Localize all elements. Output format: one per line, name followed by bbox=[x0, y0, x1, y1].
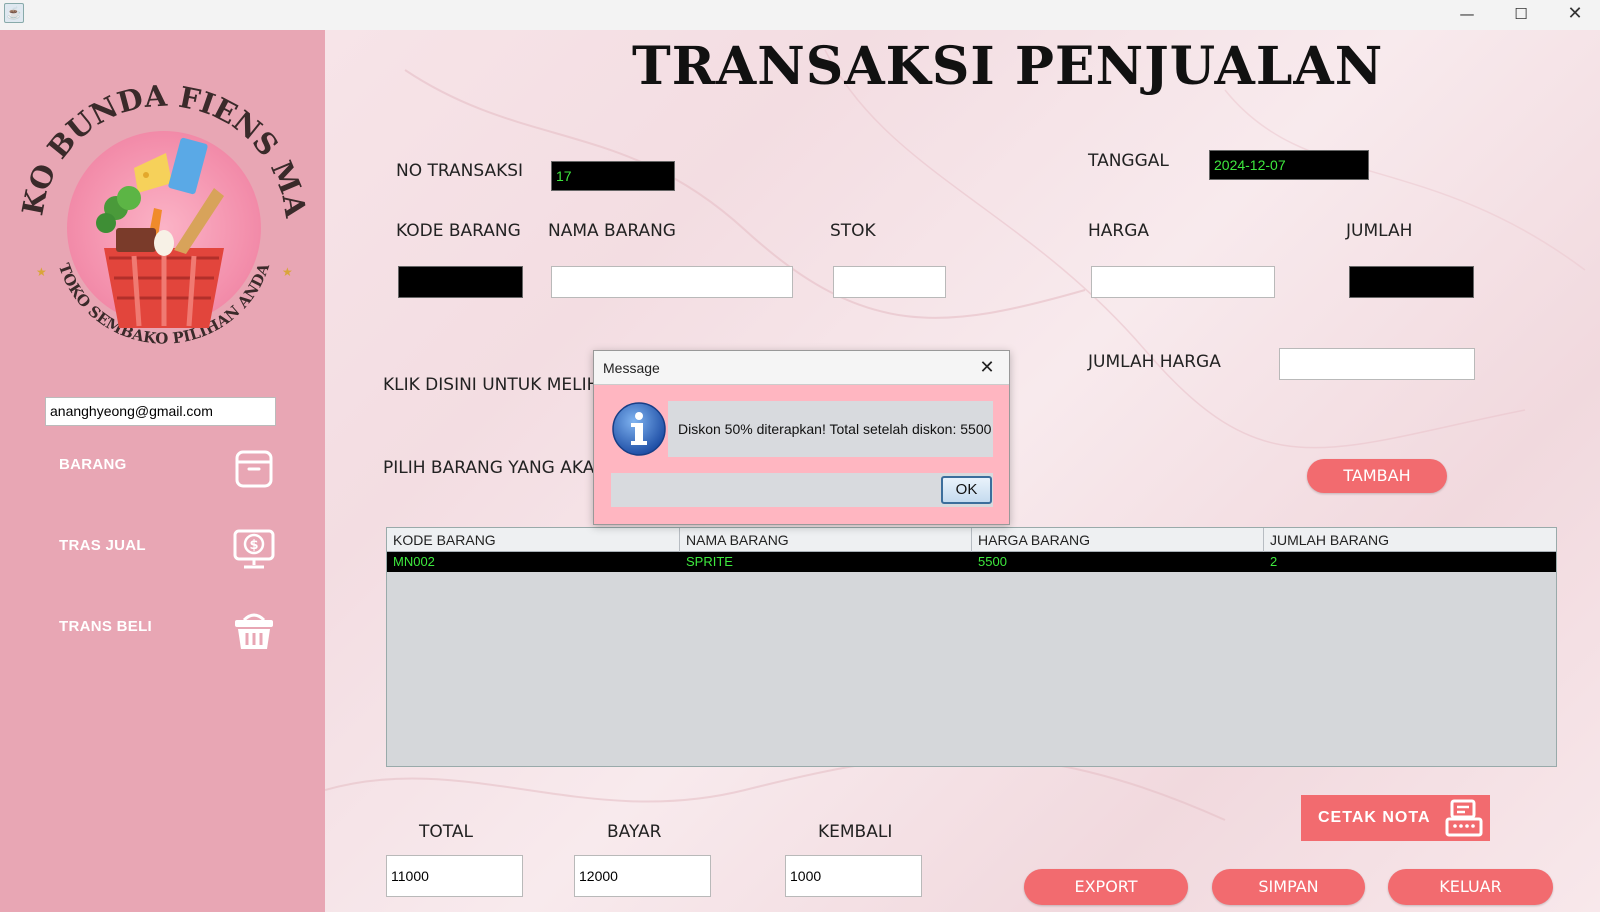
kode-barang-field[interactable] bbox=[398, 266, 523, 298]
maximize-button[interactable]: ☐ bbox=[1494, 0, 1548, 30]
table-cell-nama: SPRITE bbox=[686, 554, 733, 569]
money-monitor-icon: $ bbox=[233, 529, 275, 569]
column-header-kode-barang[interactable]: KODE BARANG bbox=[387, 528, 680, 552]
table-cell-harga: 5500 bbox=[978, 554, 1007, 569]
sidebar-item-tras-jual[interactable]: TRAS JUAL $ bbox=[0, 519, 325, 579]
nama-barang-label: NAMA BARANG bbox=[548, 221, 676, 241]
archive-box-icon bbox=[235, 450, 273, 488]
dialog-title-bar: Message ✕ bbox=[594, 351, 1009, 385]
basket-icon bbox=[235, 613, 273, 649]
klik-disini-label[interactable]: KLIK DISINI UNTUK MELIHA bbox=[383, 375, 611, 395]
column-header-harga-barang[interactable]: HARGA BARANG bbox=[972, 528, 1264, 552]
total-label: TOTAL bbox=[419, 822, 473, 842]
dialog-title: Message bbox=[603, 360, 660, 376]
harga-field[interactable] bbox=[1091, 266, 1275, 298]
kembali-field[interactable]: 1000 bbox=[785, 855, 922, 897]
sidebar-item-trans-beli[interactable]: TRANS BELI bbox=[0, 600, 325, 660]
sidebar-item-label: BARANG bbox=[59, 456, 127, 473]
jumlah-harga-label: JUMLAH HARGA bbox=[1088, 352, 1221, 372]
page-title: TRANSAKSI PENJUALAN bbox=[632, 36, 1384, 97]
sidebar-item-barang[interactable]: BARANG bbox=[0, 438, 325, 498]
minimize-button[interactable]: — bbox=[1440, 0, 1494, 30]
tanggal-field[interactable]: 2024-12-07 bbox=[1209, 150, 1369, 180]
nama-barang-field[interactable] bbox=[551, 266, 793, 298]
sidebar-item-label: TRANS BELI bbox=[59, 618, 152, 635]
table-header: KODE BARANG NAMA BARANG HARGA BARANG JUM… bbox=[387, 528, 1556, 552]
java-app-icon: ☕ bbox=[4, 3, 24, 23]
sidebar: TOKO BUNDA FIENS MART TOKO SEMBAKO PILIH… bbox=[0, 30, 325, 912]
store-logo: TOKO BUNDA FIENS MART TOKO SEMBAKO PILIH… bbox=[1, 51, 314, 378]
cetak-nota-button[interactable]: CETAK NOTA bbox=[1301, 795, 1490, 841]
tambah-button[interactable]: TAMBAH bbox=[1307, 459, 1447, 493]
dialog-button-panel: OK bbox=[611, 473, 993, 507]
jumlah-label: JUMLAH bbox=[1346, 221, 1413, 241]
svg-text:$: $ bbox=[249, 538, 258, 553]
jumlah-harga-field[interactable] bbox=[1279, 348, 1475, 380]
pilih-barang-label: PILIH BARANG YANG AKAN bbox=[383, 458, 608, 478]
cash-register-icon bbox=[1445, 799, 1483, 837]
dialog-close-icon[interactable]: ✕ bbox=[974, 355, 1000, 381]
window-title-bar: ☕ — ☐ ✕ bbox=[0, 0, 1600, 30]
jumlah-field[interactable] bbox=[1349, 266, 1474, 298]
no-transaksi-field[interactable]: 17 bbox=[551, 161, 675, 191]
table-row[interactable]: MN002 SPRITE 5500 2 bbox=[387, 552, 1556, 572]
kembali-label: KEMBALI bbox=[818, 822, 893, 842]
message-dialog: Message ✕ Diskon 50% diterapkan! Total s… bbox=[593, 350, 1010, 525]
svg-text:★: ★ bbox=[282, 265, 293, 279]
table-cell-jumlah: 2 bbox=[1270, 554, 1278, 569]
ok-button[interactable]: OK bbox=[941, 476, 992, 504]
total-field[interactable]: 11000 bbox=[386, 855, 523, 897]
simpan-button[interactable]: SIMPAN bbox=[1212, 869, 1365, 905]
svg-text:★: ★ bbox=[36, 265, 47, 279]
table-cell-kode: MN002 bbox=[393, 554, 435, 569]
items-table: KODE BARANG NAMA BARANG HARGA BARANG JUM… bbox=[386, 527, 1557, 767]
sidebar-item-label: TRAS JUAL bbox=[59, 537, 146, 554]
bayar-label: BAYAR bbox=[607, 822, 662, 842]
close-window-button[interactable]: ✕ bbox=[1548, 0, 1600, 30]
column-header-jumlah-barang[interactable]: JUMLAH BARANG bbox=[1264, 528, 1558, 552]
tanggal-label: TANGGAL bbox=[1088, 151, 1169, 171]
kode-barang-label: KODE BARANG bbox=[396, 221, 521, 241]
column-header-nama-barang[interactable]: NAMA BARANG bbox=[680, 528, 972, 552]
stok-field[interactable] bbox=[833, 266, 946, 298]
harga-label: HARGA bbox=[1088, 221, 1150, 241]
dialog-message-panel: Diskon 50% diterapkan! Total setelah dis… bbox=[668, 401, 993, 457]
cetak-nota-label: CETAK NOTA bbox=[1318, 809, 1431, 826]
dialog-message: Diskon 50% diterapkan! Total setelah dis… bbox=[678, 421, 992, 437]
bayar-field[interactable]: 12000 bbox=[574, 855, 711, 897]
user-email-field[interactable]: ananghyeong@gmail.com bbox=[45, 397, 276, 426]
info-icon bbox=[612, 402, 666, 456]
keluar-button[interactable]: KELUAR bbox=[1388, 869, 1553, 905]
stok-label: STOK bbox=[830, 221, 876, 241]
no-transaksi-label: NO TRANSAKSI bbox=[396, 161, 524, 181]
export-button[interactable]: EXPORT bbox=[1024, 869, 1188, 905]
